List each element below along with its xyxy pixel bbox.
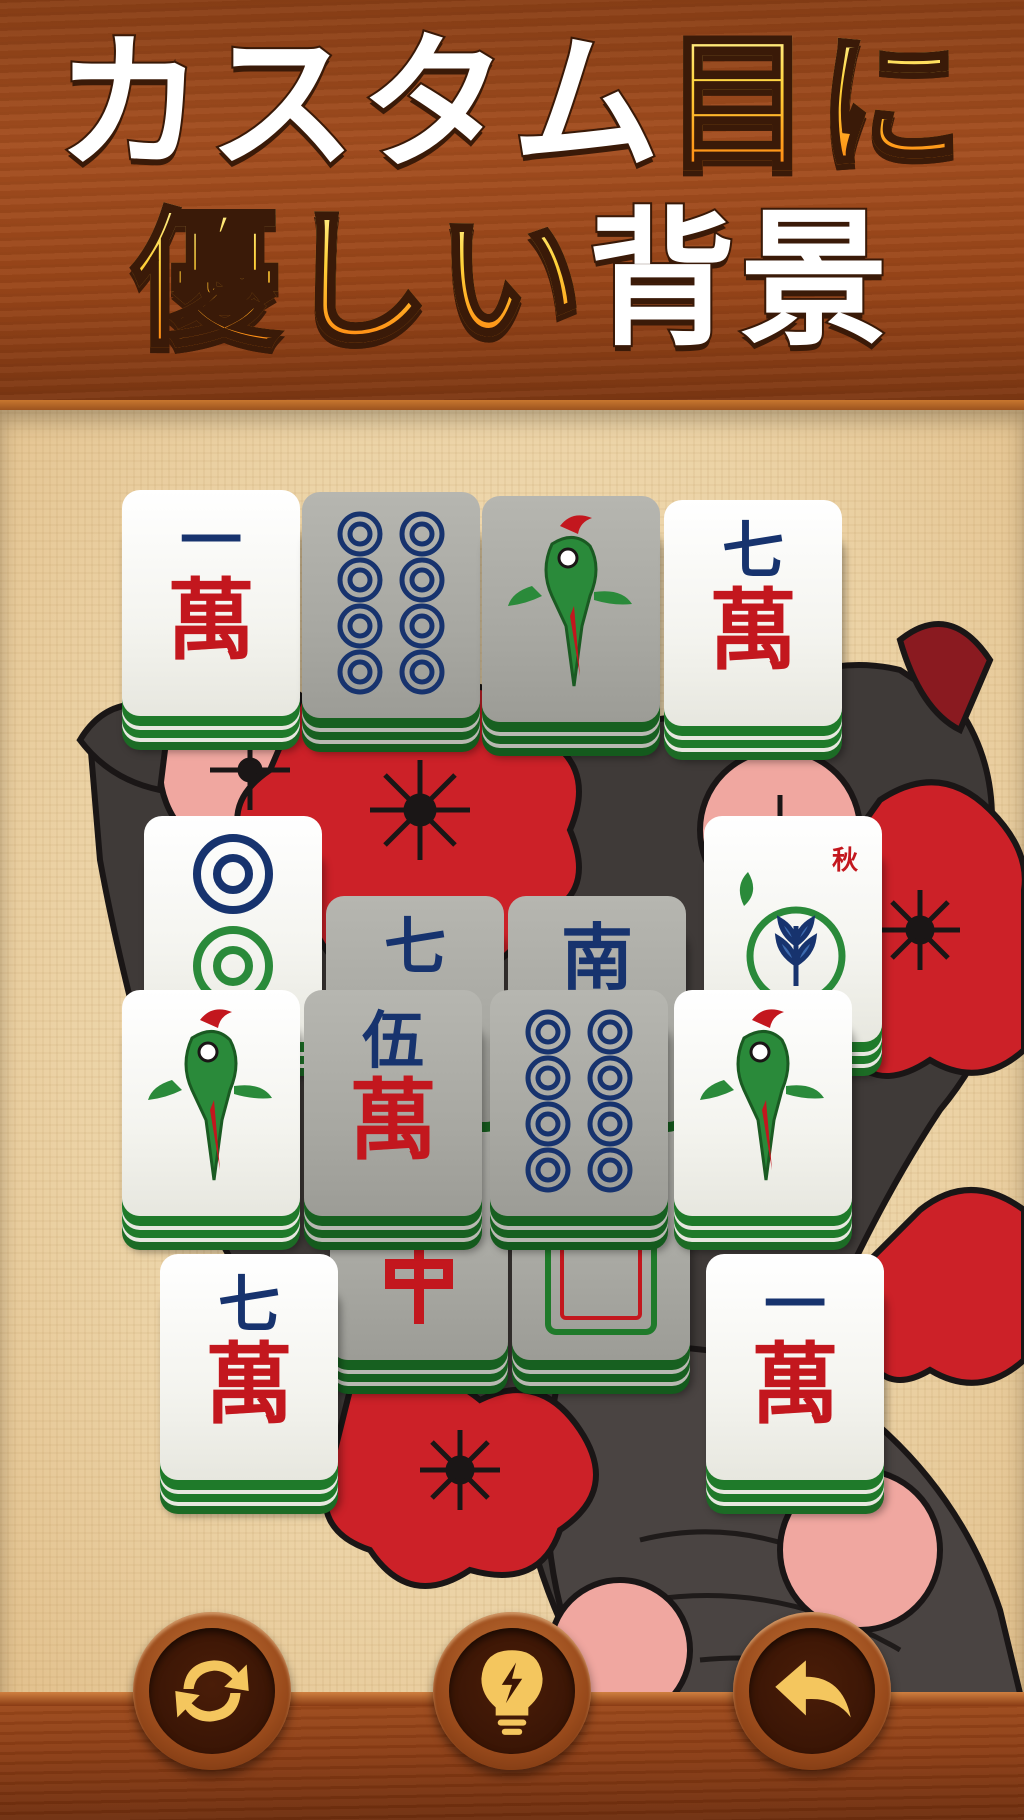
tile-character-top: 一 xyxy=(179,504,242,577)
mahjong-tile-one-bamboo-bird[interactable] xyxy=(482,496,662,726)
mahjong-tile-eight-circles[interactable] xyxy=(302,492,482,722)
mahjong-tile-eight-circles-2[interactable] xyxy=(490,990,670,1220)
tile-character-top: 七 xyxy=(217,1268,280,1341)
mahjong-tile-bird-left[interactable] xyxy=(122,990,302,1220)
title-text-white-1: カスタム xyxy=(54,18,664,190)
undo-button[interactable] xyxy=(733,1612,891,1770)
tile-character-bottom: 萬 xyxy=(348,1068,437,1172)
lightbulb-icon xyxy=(481,1650,543,1735)
title-text-white-2: 背景 xyxy=(586,194,892,366)
bird-icon xyxy=(508,515,632,687)
tile-character-top: 一 xyxy=(763,1268,826,1341)
mahjong-tile-seven-wan-bottom[interactable]: 七 萬 xyxy=(160,1254,340,1484)
tile-character-top: 七 xyxy=(383,910,446,983)
mahjong-tile-one-wan[interactable]: 一 萬 xyxy=(122,490,302,720)
tile-character-top: 南 xyxy=(560,915,633,1000)
bird-icon xyxy=(700,1009,824,1181)
title-text-yellow-2: 優しい xyxy=(130,194,588,366)
tile-character-bottom: 萬 xyxy=(708,578,797,682)
mahjong-tile-five-wan[interactable]: 伍 萬 xyxy=(304,990,484,1220)
title-line-2: 優しい背景 xyxy=(0,204,1024,356)
eight-circles-icon xyxy=(337,511,445,695)
mahjong-tile-one-wan-bottom[interactable]: 一 萬 xyxy=(706,1254,886,1484)
title-text-yellow-1: 目に xyxy=(662,18,968,190)
title-line-1: カスタム目に xyxy=(0,28,1024,180)
tile-character-top: 伍 xyxy=(361,1004,424,1077)
bird-icon xyxy=(148,1009,272,1181)
eight-circles-icon xyxy=(525,1009,633,1193)
shuffle-icon xyxy=(175,1660,249,1722)
tile-character-bottom: 萬 xyxy=(204,1332,293,1436)
tile-character-bottom: 萬 xyxy=(166,568,255,672)
tile-character-top: 七 xyxy=(721,514,784,587)
undo-arrow-icon xyxy=(775,1660,851,1718)
tile-character-bottom: 萬 xyxy=(750,1332,839,1436)
mahjong-tile-seven-wan[interactable]: 七 萬 xyxy=(664,500,844,730)
shuffle-button[interactable] xyxy=(133,1612,291,1770)
mahjong-tile-bird-right[interactable] xyxy=(674,990,854,1220)
hint-button[interactable] xyxy=(433,1612,591,1770)
